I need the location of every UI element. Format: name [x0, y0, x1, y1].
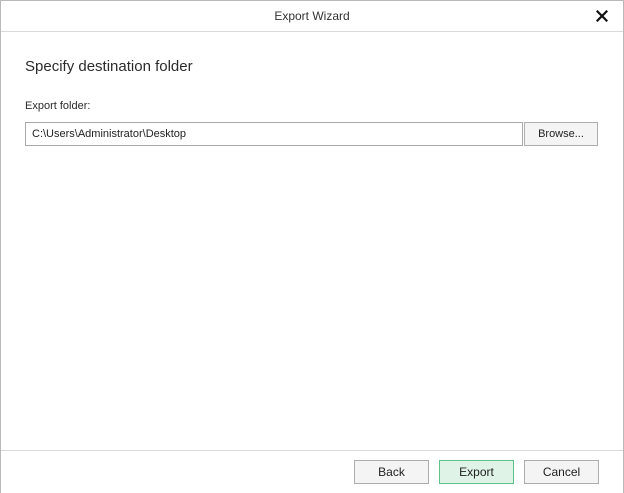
cancel-button[interactable]: Cancel [524, 460, 599, 484]
export-folder-label: Export folder: [25, 100, 91, 112]
wizard-footer: Back Export Cancel [1, 450, 623, 493]
close-icon [596, 10, 608, 22]
window-title: Export Wizard [274, 9, 350, 23]
page-title: Specify destination folder [25, 58, 193, 75]
close-button[interactable] [591, 5, 613, 27]
export-button[interactable]: Export [439, 460, 514, 484]
export-folder-input[interactable] [25, 122, 523, 146]
back-button[interactable]: Back [354, 460, 429, 484]
browse-button[interactable]: Browse... [524, 122, 598, 146]
export-wizard-window: Export Wizard Specify destination folder… [0, 0, 624, 493]
wizard-content: Specify destination folder Export folder… [1, 32, 623, 450]
title-bar: Export Wizard [1, 1, 623, 32]
